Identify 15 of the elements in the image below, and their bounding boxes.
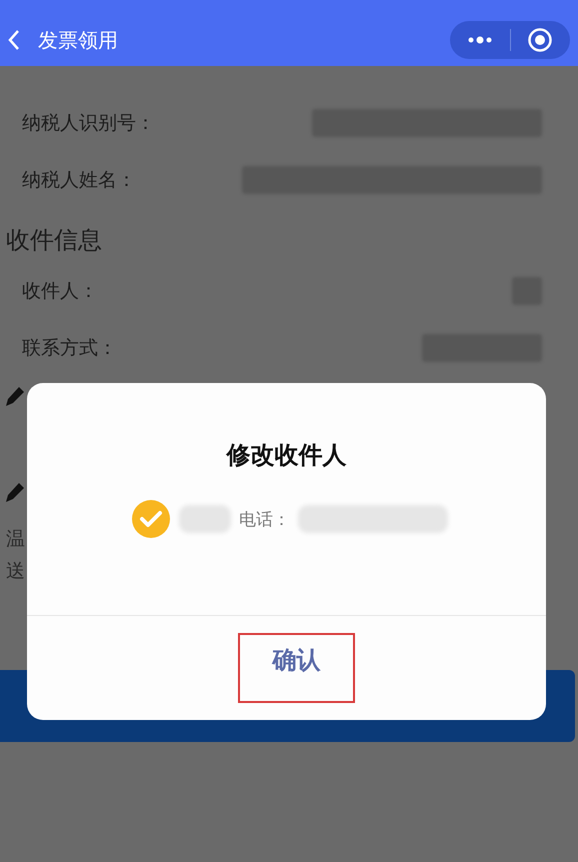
target-icon[interactable] xyxy=(527,27,554,53)
field-label: 纳税人姓名： xyxy=(22,168,136,192)
confirm-button[interactable]: 确认 xyxy=(238,633,355,703)
option-label: 电话： xyxy=(239,508,290,530)
page-title: 发票领用 xyxy=(38,26,119,54)
back-icon[interactable] xyxy=(6,28,22,52)
section-title: 收件信息 xyxy=(5,225,103,256)
more-icon[interactable] xyxy=(466,36,493,44)
field-label: 纳税人识别号： xyxy=(22,110,155,136)
field-label: 联系方式： xyxy=(22,336,117,360)
note-text: 送 xyxy=(6,559,25,584)
field-label: 收件人： xyxy=(22,278,98,304)
check-icon[interactable] xyxy=(131,499,171,539)
dialog-title: 修改收件人 xyxy=(224,440,348,471)
note-text: 温 xyxy=(6,527,25,552)
